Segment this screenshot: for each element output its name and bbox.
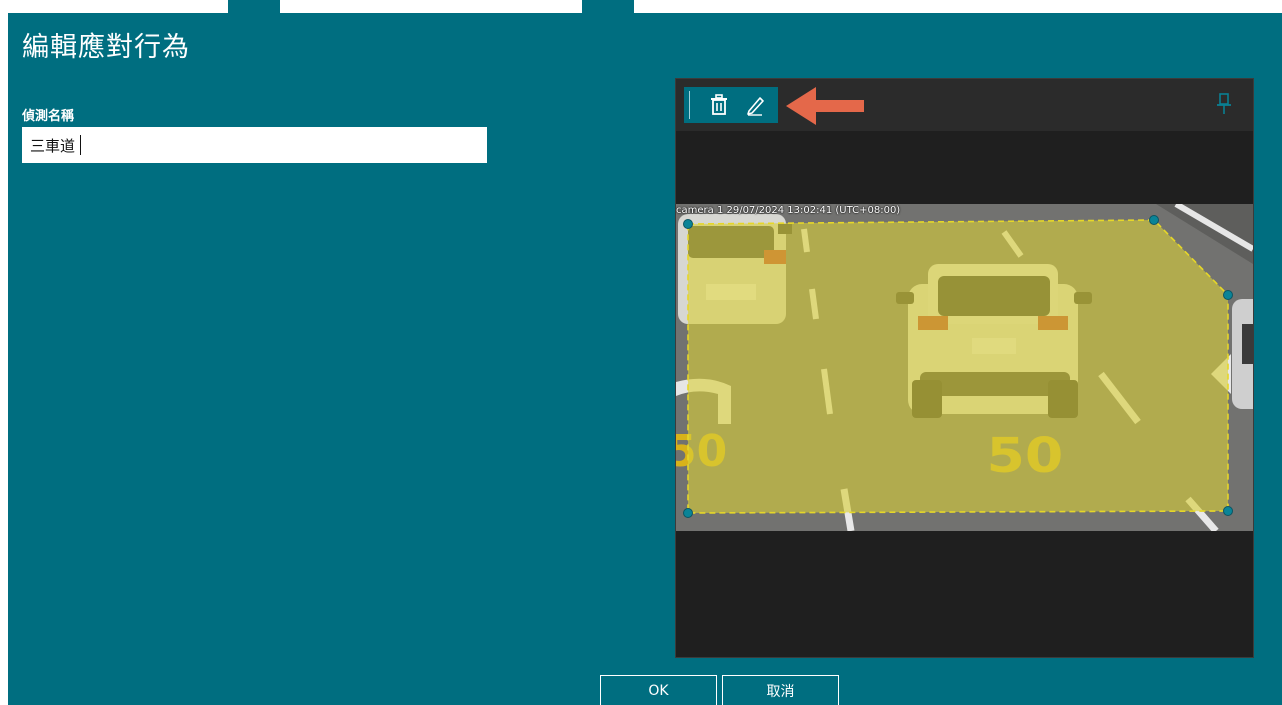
zone-tool-group bbox=[684, 87, 778, 123]
camera-preview-panel: 50 50 camera 1 29/07/2024 13:02:41 (UTC+… bbox=[675, 78, 1254, 658]
top-tab-right[interactable] bbox=[582, 0, 634, 13]
zone-handle[interactable] bbox=[683, 219, 693, 229]
zone-handle[interactable] bbox=[1149, 215, 1159, 225]
pin-icon bbox=[1217, 93, 1231, 114]
camera-timestamp: camera 1 29/07/2024 13:02:41 (UTC+08:00) bbox=[676, 205, 901, 216]
ok-button[interactable]: OK bbox=[600, 675, 717, 705]
edit-response-dialog: 編輯應對行為 偵測名稱 三車道 camera 1 29/07/2024 13:0… bbox=[8, 13, 1282, 705]
camera-scene: 50 50 bbox=[676, 204, 1253, 531]
detection-name-label: 偵測名稱 bbox=[22, 109, 75, 124]
top-tab-left[interactable] bbox=[228, 0, 280, 13]
annotation-arrow-icon bbox=[786, 87, 864, 125]
top-strip bbox=[0, 0, 1282, 13]
cancel-button[interactable]: 取消 bbox=[722, 675, 839, 705]
zone-handle[interactable] bbox=[1223, 290, 1233, 300]
delete-icon bbox=[711, 94, 727, 115]
dialog-title: 編輯應對行為 bbox=[22, 32, 190, 63]
preview-toolbar bbox=[676, 79, 1253, 131]
pin-button[interactable] bbox=[1215, 93, 1233, 115]
zone-handle[interactable] bbox=[1223, 506, 1233, 516]
camera-frame[interactable]: 50 50 camera 1 29/07/2024 13:02:41 (UTC+… bbox=[676, 204, 1253, 531]
edit-zone-button[interactable] bbox=[740, 91, 770, 119]
detection-name-input[interactable] bbox=[22, 127, 487, 163]
text-cursor bbox=[80, 135, 81, 155]
zone-handle[interactable] bbox=[683, 508, 693, 518]
edit-icon bbox=[747, 97, 764, 116]
toolbar-separator bbox=[689, 91, 690, 119]
delete-zone-button[interactable] bbox=[704, 91, 734, 119]
detection-zone[interactable] bbox=[687, 219, 1229, 514]
